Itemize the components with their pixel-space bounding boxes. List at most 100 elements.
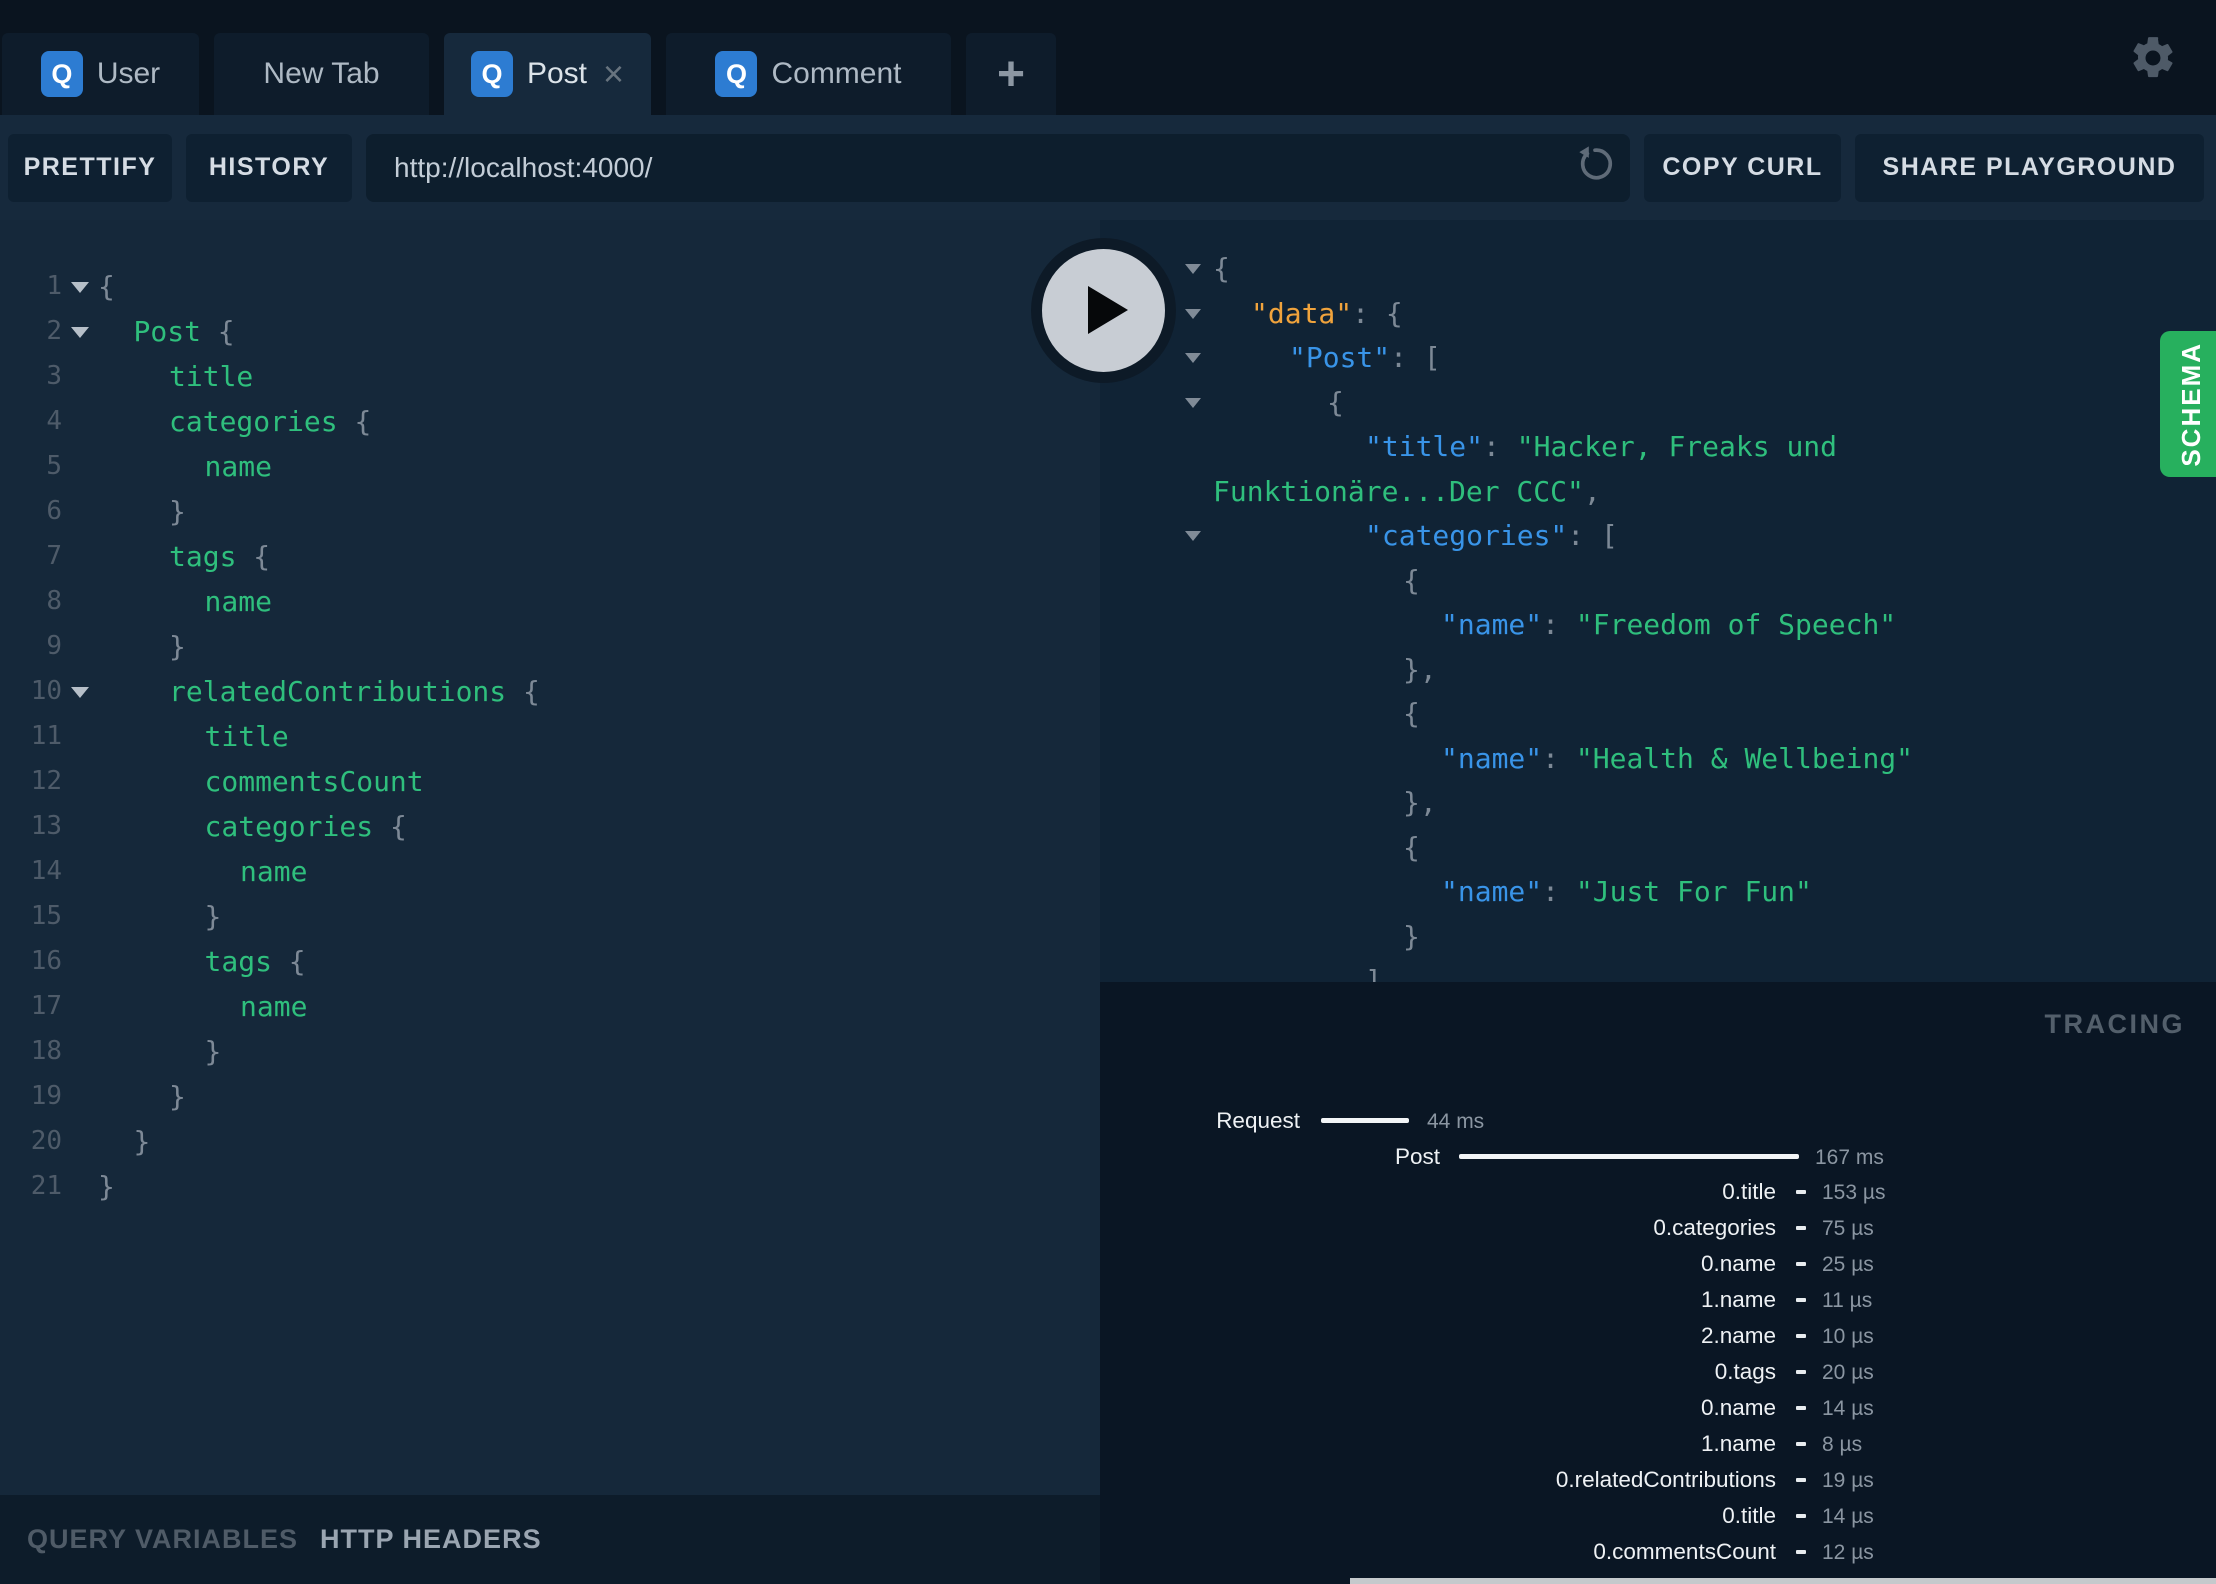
code-text: tags { — [98, 534, 270, 579]
endpoint-url[interactable]: http://localhost:4000/ — [394, 152, 1576, 184]
tab-new-tab[interactable]: New Tab — [214, 33, 429, 115]
code-text: commentsCount — [98, 759, 424, 804]
fold-gutter — [62, 354, 98, 399]
tracing-dash — [1796, 1550, 1806, 1554]
tracing-row: 0.categories 75 µs — [1100, 1215, 2216, 1241]
response-row: Funktionäre...Der CCC", — [1100, 470, 2216, 515]
response-pane[interactable]: {"data": {"Post": [{"title": "Hacker, Fr… — [1100, 220, 2216, 982]
fold-gutter — [62, 624, 98, 669]
history-button[interactable]: HISTORY — [186, 133, 352, 202]
response-row: { — [1100, 247, 2216, 292]
copy-curl-button[interactable]: COPY CURL — [1644, 133, 1841, 202]
code-text: relatedContributions { — [98, 669, 540, 714]
response-text: "name": "Just For Fun" — [1100, 875, 1812, 908]
http-headers-tab[interactable]: HTTP HEADERS — [320, 1524, 542, 1555]
response-text: { — [1100, 564, 1420, 597]
tab-user[interactable]: Q User — [2, 33, 199, 115]
response-text: }, — [1100, 653, 1437, 686]
line-number: 8 — [46, 586, 62, 616]
editor-bottom-bar: QUERY VARIABLES HTTP HEADERS — [0, 1495, 1100, 1584]
editor-line: 1{ — [0, 264, 1100, 309]
code-segment: categories — [169, 405, 355, 438]
query-badge-icon: Q — [40, 51, 83, 97]
collapse-arrow-icon[interactable] — [1185, 264, 1201, 274]
tracing-span-label: 0.tags — [1714, 1359, 1776, 1384]
code-text: } — [98, 1074, 186, 1119]
editor-line: 11 title — [0, 714, 1100, 759]
chevron-down-icon — [71, 327, 89, 338]
query-editor-pane[interactable]: 1{2 Post {3 title 4 categories {5 name 6} 7 tags… — [0, 220, 1100, 1495]
fold-gutter — [62, 1164, 98, 1209]
code-segment: } — [169, 495, 186, 528]
code-segment: commentsCount — [204, 765, 424, 798]
code-text: categories { — [98, 804, 407, 849]
line-number: 7 — [46, 541, 62, 571]
line-number: 14 — [30, 856, 62, 886]
line-number: 21 — [30, 1171, 62, 1201]
code-segment: categories — [204, 810, 390, 843]
tab-post[interactable]: Q Post × — [444, 33, 651, 115]
tracing-span-label: 0.relatedContributions — [1555, 1467, 1776, 1492]
response-segment: Funktionäre...Der CCC" — [1213, 474, 1584, 508]
tracing-span-label: 0.commentsCount — [1593, 1539, 1776, 1564]
code-segment: { — [389, 810, 407, 843]
fold-gutter — [62, 759, 98, 804]
editor-line: 16 tags { — [0, 939, 1100, 984]
code-segment: } — [204, 1035, 222, 1068]
tracing-dash — [1796, 1226, 1806, 1230]
code-segment: tags — [204, 945, 289, 978]
tracing-span-label: Request — [1216, 1108, 1300, 1133]
editor-line: 5 name — [0, 444, 1100, 489]
collapse-arrow-icon[interactable] — [1185, 531, 1201, 541]
tracing-duration-value: 20 µs — [1822, 1361, 1874, 1384]
code-text: } — [98, 1164, 115, 1209]
line-number: 19 — [30, 1081, 62, 1111]
tracing-duration-value: 25 µs — [1822, 1253, 1874, 1276]
fold-arrow-icon[interactable] — [62, 669, 98, 714]
tracing-span-label: 0.name — [1700, 1251, 1776, 1276]
tracing-panel[interactable]: TRACING Request 44 ms Post 167 ms 0.title 153… — [1100, 982, 2216, 1584]
editor-line: 7 tags { — [0, 534, 1100, 579]
graphql-playground-window: Q User New Tab Q Post × Q Comment + PRETTIFY HIS… — [0, 0, 2216, 1584]
play-icon — [1088, 286, 1128, 334]
fold-gutter — [62, 444, 98, 489]
line-number: 15 — [30, 901, 62, 931]
response-text: Funktionäre...Der CCC", — [1100, 475, 1601, 508]
code-text: } — [98, 624, 186, 669]
editor-line: 17 name — [0, 984, 1100, 1029]
response-segment: : — [1542, 875, 1576, 908]
execute-query-button[interactable] — [1031, 238, 1176, 383]
query-variables-tab[interactable]: QUERY VARIABLES — [27, 1524, 298, 1555]
collapse-arrow-icon[interactable] — [1185, 397, 1201, 408]
reload-icon[interactable] — [1576, 145, 1614, 190]
tracing-row: 0.title 14 µs — [1100, 1503, 2216, 1529]
fold-arrow-icon[interactable] — [62, 309, 98, 354]
settings-gear-icon[interactable] — [2128, 33, 2178, 83]
fold-gutter — [62, 804, 98, 849]
response-segment: }, — [1403, 786, 1437, 819]
response-row: } — [1100, 915, 2216, 960]
tracing-scrollbar[interactable] — [1350, 1578, 2216, 1584]
close-tab-icon[interactable]: × — [603, 56, 624, 92]
collapse-arrow-icon[interactable] — [1185, 353, 1201, 363]
tracing-duration-value: 8 µs — [1822, 1433, 1863, 1456]
response-text: } — [1100, 920, 1420, 953]
share-playground-button[interactable]: SHARE PLAYGROUND — [1855, 133, 2204, 202]
endpoint-url-bar[interactable]: http://localhost:4000/ — [366, 133, 1630, 202]
editor-line: 9} — [0, 624, 1100, 669]
schema-tab[interactable]: SCHEMA — [2160, 331, 2216, 477]
fold-gutter — [62, 1074, 98, 1119]
new-tab-button[interactable]: + — [966, 33, 1056, 115]
tracing-duration-value: 14 µs — [1822, 1505, 1874, 1528]
collapse-arrow-icon[interactable] — [1185, 308, 1201, 319]
response-row: ] — [1100, 959, 2216, 982]
code-text: } — [98, 489, 186, 534]
fold-gutter — [62, 399, 98, 444]
fold-arrow-icon[interactable] — [62, 264, 98, 309]
tab-comment[interactable]: Q Comment — [666, 33, 951, 115]
editor-line: 13 categories { — [0, 804, 1100, 849]
prettify-button[interactable]: PRETTIFY — [8, 133, 172, 202]
response-segment: : { — [1352, 296, 1403, 330]
response-segment: : — [1542, 608, 1576, 641]
code-segment: title — [169, 360, 254, 393]
